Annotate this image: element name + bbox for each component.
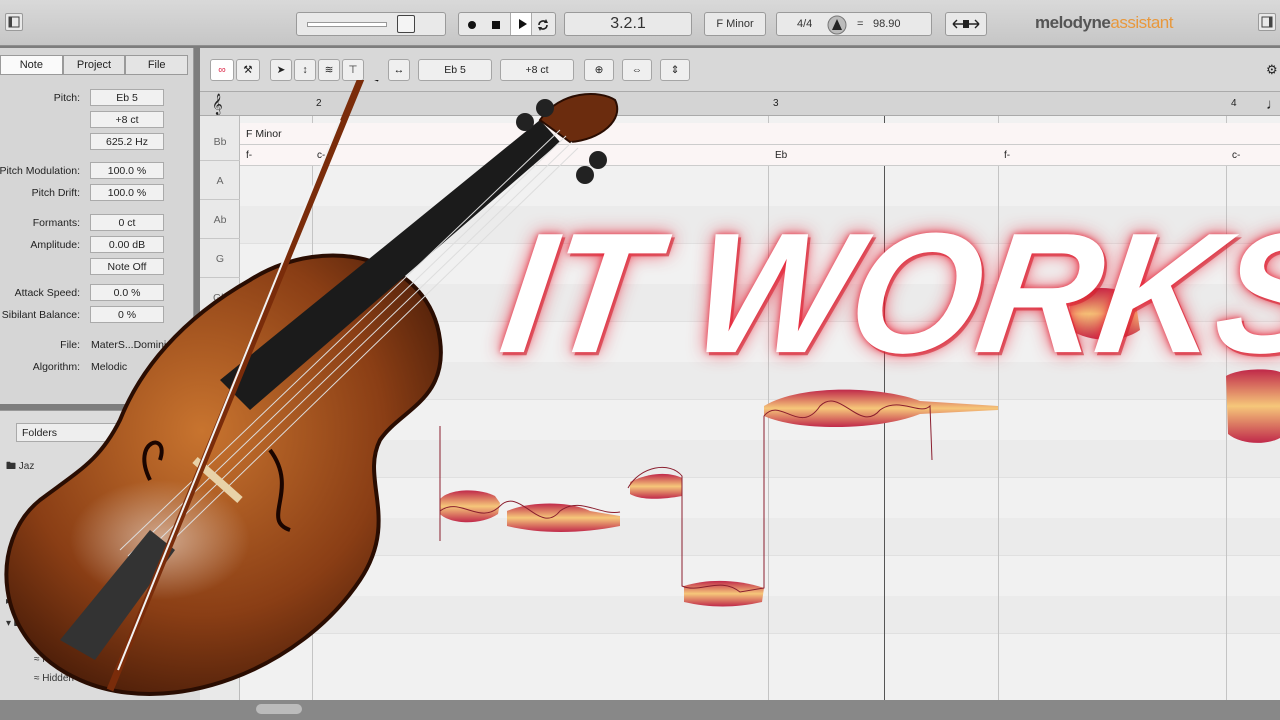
amplitude-icon: ⊤ <box>348 64 358 76</box>
toolbar-cents-field[interactable]: +8 ct <box>500 59 574 81</box>
compress-button[interactable]: ⇕ <box>660 59 690 81</box>
tab-file[interactable]: File <box>125 55 189 75</box>
quantize-time-button[interactable]: ⇔ <box>622 59 652 81</box>
bar-number: 3 <box>773 98 779 109</box>
pitch-tool-button[interactable]: ↕ <box>294 59 316 81</box>
correct-pitch-button[interactable]: ⊕ <box>584 59 614 81</box>
modulation-icon: ≋ <box>324 64 334 76</box>
melodyne-logo: melodyneassistant <box>1035 13 1173 33</box>
right-panel-toggle[interactable] <box>1258 13 1276 31</box>
main-tool-button[interactable]: ∞ <box>210 59 234 81</box>
transport-controls <box>458 12 556 36</box>
sidebar-toggle-button[interactable] <box>5 13 23 31</box>
note-blob[interactable] <box>764 389 998 428</box>
volume-slider[interactable] <box>296 12 446 36</box>
tempo-display[interactable]: 4/4 = 98.90 <box>776 12 932 36</box>
note-value-icon[interactable]: ♩ <box>1266 96 1280 113</box>
pitch-icon: ↕ <box>302 64 308 76</box>
headline-overlay: IT WORKS! <box>491 197 1280 389</box>
pointer-tool-button[interactable]: ➤ <box>270 59 292 81</box>
amplitude-tool-button[interactable]: ⊤ <box>342 59 364 81</box>
play-icon[interactable] <box>510 13 532 35</box>
time-tool-button[interactable]: ↔ <box>388 59 410 81</box>
stop-icon[interactable] <box>489 18 503 35</box>
position-display[interactable]: 3.2.1 <box>564 12 692 36</box>
key-display[interactable]: F Minor <box>704 12 766 36</box>
volume-handle[interactable] <box>397 15 415 33</box>
correct-pitch-icon: ⊕ <box>594 64 604 76</box>
note-blob[interactable] <box>684 580 764 607</box>
metronome-icon[interactable] <box>827 15 847 38</box>
tempo-text: 98.90 <box>873 18 901 30</box>
quantize-icon: ⇔ <box>631 64 643 76</box>
loop-icon[interactable] <box>535 17 551 36</box>
panel-icon <box>1261 16 1273 28</box>
cursor-icon: ➤ <box>276 64 286 76</box>
stretch-icon <box>952 19 980 29</box>
tab-project[interactable]: Project <box>62 55 126 75</box>
settings-gear-icon[interactable]: ⚙ <box>1266 62 1278 78</box>
key-text: F Minor <box>716 18 754 30</box>
blob-tool-icon: ∞ <box>218 64 226 76</box>
volume-track <box>307 22 387 27</box>
inspector-tabs: Note Project File <box>0 55 189 75</box>
time-icon: ↔ <box>393 64 405 76</box>
logo-bold: melodyne <box>1035 13 1111 32</box>
melodyne-window: 3.2.1 F Minor 4/4 = 98.90 melodyneassist… <box>0 0 1280 720</box>
violin-image <box>4 80 619 696</box>
position-text: 3.2.1 <box>610 15 646 32</box>
transport-bar: 3.2.1 F Minor 4/4 = 98.90 melodyneassist… <box>0 0 1280 46</box>
tab-note[interactable]: Note <box>0 55 63 75</box>
sidebar-icon <box>8 16 20 28</box>
compress-icon: ⇕ <box>670 64 680 76</box>
wrench-icon: ⚒ <box>243 64 253 76</box>
bar-number: 4 <box>1231 98 1237 109</box>
tempo-stretch-button[interactable] <box>945 12 987 36</box>
toolbar-pitch-field[interactable]: Eb 5 <box>418 59 492 81</box>
meter-text: 4/4 <box>797 18 813 30</box>
logo-light: assistant <box>1110 13 1173 32</box>
modulation-tool-button[interactable]: ≋ <box>318 59 340 81</box>
record-icon[interactable] <box>465 18 479 35</box>
tempo-equals: = <box>857 18 864 30</box>
macro-tool-button[interactable]: ⚒ <box>236 59 260 81</box>
